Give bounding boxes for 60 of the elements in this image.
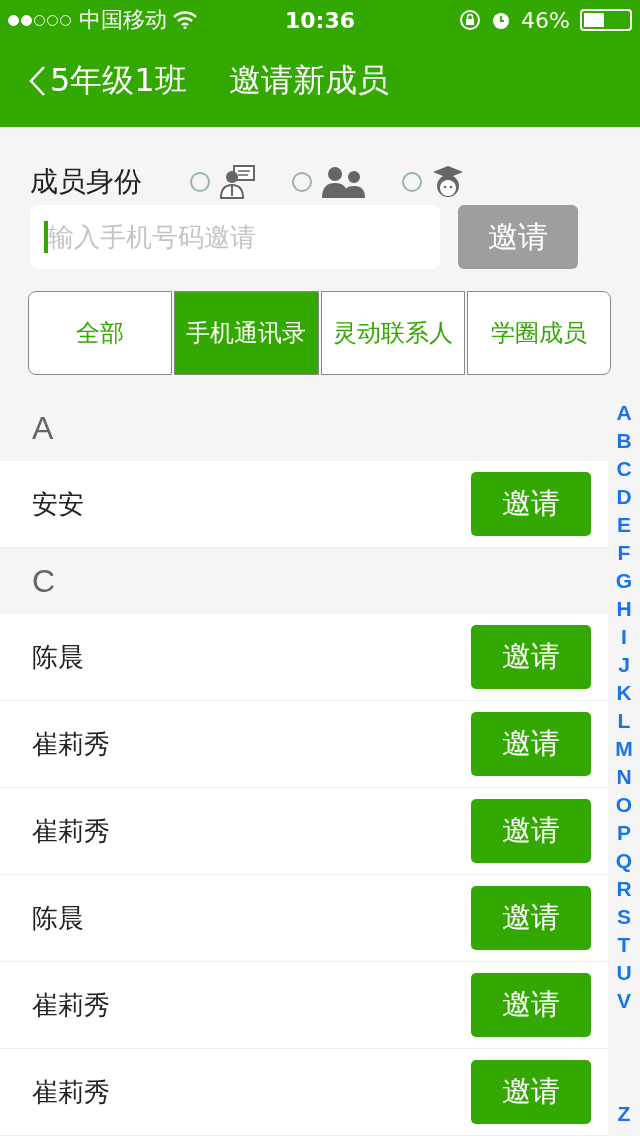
index-letter[interactable]: O [615, 791, 633, 819]
contact-name: 崔莉秀 [32, 814, 110, 848]
invite-button[interactable]: 邀请 [471, 799, 591, 863]
invite-button[interactable]: 邀请 [471, 886, 591, 950]
contact-name: 陈晨 [32, 640, 84, 674]
index-letter[interactable]: E [617, 511, 631, 539]
section-letter: C [31, 561, 57, 601]
clock-time: 10:36 [285, 7, 355, 33]
index-letter[interactable]: R [616, 875, 632, 903]
index-letter[interactable]: B [616, 427, 632, 455]
invite-button[interactable]: 邀请 [471, 712, 591, 776]
parents-icon [322, 165, 366, 198]
source-tab[interactable]: 学圈成员 [466, 291, 611, 375]
index-letter[interactable]: N [616, 763, 632, 791]
battery-percent: 46% [521, 7, 570, 33]
source-tab[interactable]: 全部 [28, 291, 173, 375]
index-letter[interactable]: H [616, 595, 632, 623]
index-letter[interactable]: S [617, 903, 631, 931]
index-letter[interactable]: M [615, 735, 633, 763]
page-title: 邀请新成员 [228, 59, 389, 101]
index-letter[interactable]: Z [617, 1100, 631, 1128]
role-radio[interactable] [190, 171, 210, 192]
teacher-icon [220, 164, 256, 199]
battery-icon [580, 9, 632, 31]
section-letter: A [31, 408, 55, 448]
back-icon [28, 64, 46, 97]
wifi-icon [173, 11, 197, 29]
index-letter[interactable]: Q [615, 847, 633, 875]
source-tab[interactable]: 手机通讯录 [174, 291, 319, 375]
index-letter[interactable]: U [616, 959, 632, 987]
index-letter[interactable]: A [616, 399, 632, 427]
index-letter[interactable]: T [617, 931, 631, 959]
contact-name: 安安 [32, 487, 84, 521]
contact-name: 崔莉秀 [32, 727, 110, 761]
index-letter[interactable]: C [616, 455, 632, 483]
invite-button[interactable]: 邀请 [471, 1060, 591, 1124]
index-letter[interactable]: K [616, 679, 632, 707]
invite-button[interactable]: 邀请 [471, 472, 591, 536]
index-letter[interactable]: G [615, 567, 633, 595]
identity-label: 成员身份 [30, 163, 142, 200]
role-radio[interactable] [292, 171, 312, 192]
index-letter[interactable]: V [617, 987, 631, 1015]
role-radio[interactable] [402, 171, 422, 192]
alarm-icon [491, 10, 512, 30]
contact-name: 陈晨 [32, 901, 84, 935]
contact-name: 崔莉秀 [32, 1075, 110, 1109]
index-letter[interactable]: J [618, 651, 630, 679]
back-button[interactable]: 5年级1班 [28, 58, 187, 103]
student-icon [432, 164, 464, 199]
rotation-lock-icon [459, 9, 482, 31]
index-letter[interactable]: L [617, 707, 631, 735]
index-letter[interactable]: I [621, 623, 627, 651]
carrier-name: 中国移动 [79, 6, 167, 34]
contact-name: 崔莉秀 [32, 988, 110, 1022]
index-letter[interactable]: D [616, 483, 632, 511]
invite-button[interactable]: 邀请 [471, 625, 591, 689]
index-letter[interactable]: F [617, 539, 631, 567]
source-tab[interactable]: 灵动联系人 [320, 291, 465, 375]
index-letter[interactable]: P [617, 819, 631, 847]
invite-button[interactable]: 邀请 [471, 973, 591, 1037]
